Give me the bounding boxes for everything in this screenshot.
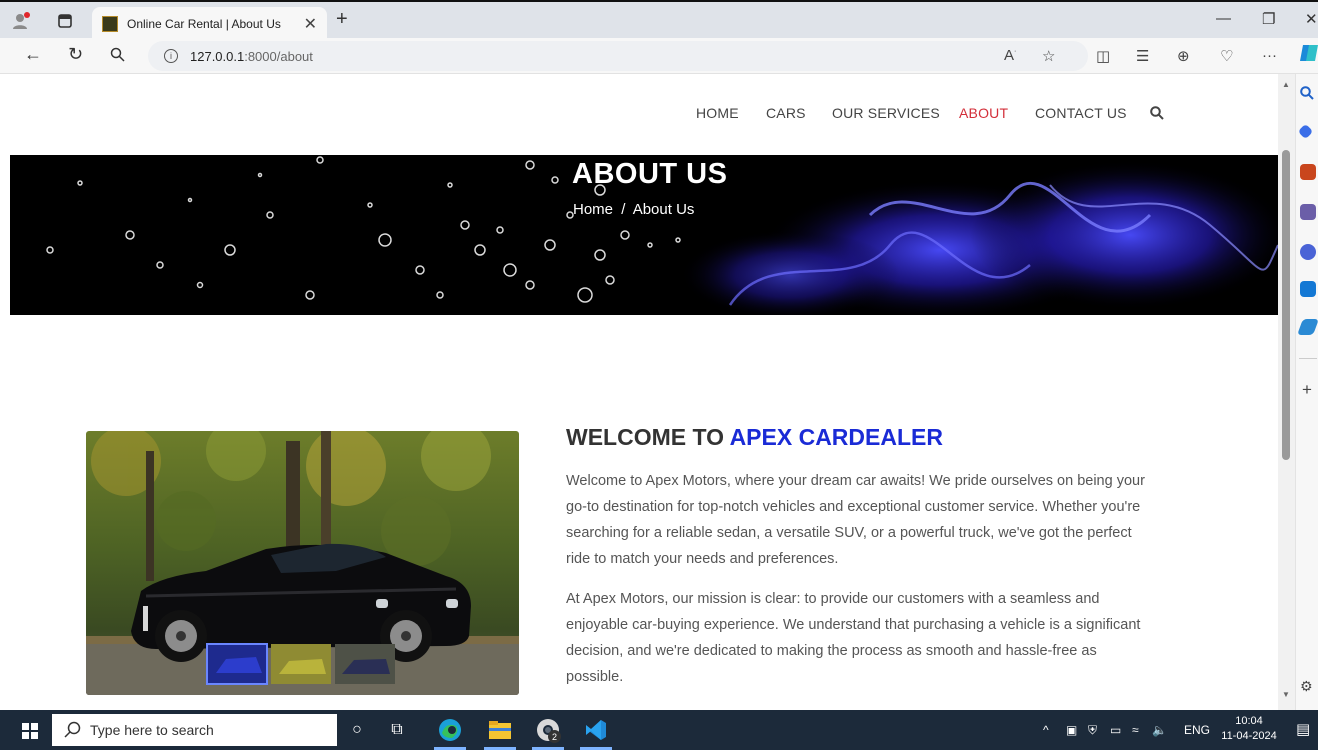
profile-icon[interactable] bbox=[8, 8, 34, 34]
url-host: 127.0.0.1 bbox=[190, 48, 245, 64]
sidebar-settings-icon[interactable]: ⚙ bbox=[1300, 678, 1313, 695]
mission-paragraph: At Apex Motors, our mission is clear: to… bbox=[566, 591, 1141, 685]
notifications-icon[interactable]: ▤ bbox=[1296, 720, 1310, 738]
more-menu-icon[interactable]: ··· bbox=[1262, 47, 1277, 64]
main-navigation: HOME CARS OUR SERVICES ABOUT CONTACT US bbox=[10, 105, 1278, 125]
favorites-list-icon[interactable]: ☰ bbox=[1136, 47, 1149, 65]
chrome-icon[interactable]: 2 bbox=[536, 718, 561, 743]
collections-icon[interactable]: ⊕ bbox=[1177, 47, 1190, 65]
address-bar-row: ← ↻ i 127.0.0.1:8000/about Aᐧ ☆ ◫ ☰ ⊕ ♡ … bbox=[0, 38, 1318, 74]
url-field[interactable]: i 127.0.0.1:8000/about bbox=[148, 41, 1088, 71]
sidebar-office-icon[interactable] bbox=[1300, 244, 1316, 260]
scroll-down-icon[interactable]: ▼ bbox=[1282, 690, 1290, 699]
windows-taskbar: Type here to search ○ ⧉ 2 ^ ▣ ⛨ ▭ ≈ 🔈 EN… bbox=[0, 710, 1318, 750]
page-title: ABOUT US bbox=[572, 158, 728, 190]
breadcrumb: Home / About Us bbox=[573, 201, 694, 218]
performance-icon[interactable]: ♡ bbox=[1220, 47, 1233, 65]
active-tab[interactable]: Online Car Rental | About Us ✕ bbox=[92, 7, 327, 40]
sidebar-tools-icon[interactable] bbox=[1300, 164, 1316, 180]
back-icon[interactable]: ← bbox=[24, 44, 42, 65]
page-banner: ABOUT US Home / About Us bbox=[10, 155, 1278, 315]
nav-our-services[interactable]: OUR SERVICES bbox=[832, 105, 940, 121]
edge-browser-icon[interactable] bbox=[438, 718, 462, 742]
battery-icon[interactable]: ▭ bbox=[1110, 723, 1121, 737]
close-window-icon[interactable]: ✕ bbox=[1305, 10, 1318, 28]
sidebar-add-icon[interactable]: + bbox=[1302, 380, 1312, 400]
brand-name: APEX CARDEALER bbox=[729, 424, 943, 450]
nav-home[interactable]: HOME bbox=[696, 105, 739, 121]
antivirus-icon[interactable]: ⛨ bbox=[1088, 723, 1097, 738]
sidebar-games-icon[interactable] bbox=[1300, 204, 1316, 220]
clock-date: 11-04-2024 bbox=[1221, 730, 1277, 742]
screen: Online Car Rental | About Us ✕ + — ❐ ✕ ←… bbox=[0, 0, 1318, 750]
sidebar-drop-icon[interactable] bbox=[1297, 319, 1318, 335]
windows-start-icon[interactable] bbox=[22, 723, 38, 739]
vscode-icon[interactable] bbox=[584, 718, 608, 742]
cortana-icon[interactable]: ○ bbox=[345, 718, 369, 742]
breadcrumb-home-link[interactable]: Home bbox=[573, 201, 613, 218]
nav-search-icon[interactable] bbox=[1150, 106, 1164, 120]
read-aloud-icon[interactable]: Aᐧ bbox=[1004, 47, 1016, 64]
workspaces-icon[interactable] bbox=[52, 8, 78, 34]
breadcrumb-separator: / bbox=[621, 201, 626, 218]
scroll-up-icon[interactable]: ▲ bbox=[1282, 80, 1290, 89]
breadcrumb-current: About Us bbox=[632, 201, 695, 218]
black-muscle-car-image bbox=[86, 431, 519, 695]
scrollbar-thumb[interactable] bbox=[1282, 150, 1290, 460]
nav-cars[interactable]: CARS bbox=[766, 105, 806, 121]
volume-icon[interactable]: 🔈 bbox=[1152, 723, 1167, 737]
sidebar-shopping-icon[interactable] bbox=[1297, 123, 1314, 140]
tab-title: Online Car Rental | About Us bbox=[127, 16, 281, 31]
system-clock[interactable]: 10:04 11-04-2024 bbox=[1220, 714, 1278, 744]
welcome-heading: WELCOME TO APEX CARDEALER bbox=[566, 424, 943, 451]
sidebar-search-icon[interactable] bbox=[1300, 86, 1316, 102]
file-explorer-icon[interactable] bbox=[488, 718, 512, 742]
web-page: HOME CARS OUR SERVICES ABOUT CONTACT US bbox=[10, 74, 1278, 710]
close-tab-icon[interactable]: ✕ bbox=[304, 14, 317, 34]
task-view-icon[interactable]: ⧉ bbox=[385, 718, 409, 742]
page-scrollbar[interactable]: ▲ ▼ bbox=[1278, 74, 1295, 710]
wifi-icon[interactable]: ≈ bbox=[1132, 723, 1139, 737]
chrome-window-count-badge: 2 bbox=[548, 730, 561, 743]
sidebar-outlook-icon[interactable] bbox=[1300, 281, 1316, 297]
url-path: :8000/about bbox=[244, 48, 313, 64]
restore-icon[interactable]: ❐ bbox=[1262, 10, 1275, 28]
nav-about[interactable]: ABOUT bbox=[959, 105, 1008, 121]
sidebar-divider bbox=[1299, 358, 1317, 359]
taskbar-search-box[interactable]: Type here to search bbox=[52, 714, 337, 746]
new-tab-icon[interactable]: + bbox=[336, 8, 348, 31]
nav-contact-us[interactable]: CONTACT US bbox=[1035, 105, 1127, 121]
clock-time: 10:04 bbox=[1235, 715, 1263, 727]
search-icon[interactable] bbox=[110, 46, 125, 67]
refresh-icon[interactable]: ↻ bbox=[68, 44, 83, 65]
language-indicator[interactable]: ENG bbox=[1184, 723, 1210, 737]
minimize-icon[interactable]: — bbox=[1216, 10, 1231, 27]
favorite-star-icon[interactable]: ☆ bbox=[1042, 47, 1055, 65]
taskbar-search-placeholder: Type here to search bbox=[90, 722, 214, 738]
taskbar-search-icon bbox=[64, 721, 82, 739]
meet-now-icon[interactable]: ▣ bbox=[1066, 723, 1077, 737]
browser-tab-bar: Online Car Rental | About Us ✕ + — ❐ ✕ bbox=[0, 0, 1318, 40]
welcome-prefix: WELCOME TO bbox=[566, 424, 730, 450]
site-info-icon[interactable]: i bbox=[164, 49, 178, 63]
show-hidden-icons-icon[interactable]: ^ bbox=[1043, 723, 1049, 737]
copilot-icon[interactable] bbox=[1300, 43, 1318, 67]
intro-paragraph: Welcome to Apex Motors, where your dream… bbox=[566, 473, 1145, 567]
split-screen-icon[interactable]: ◫ bbox=[1096, 47, 1110, 65]
site-favicon-icon bbox=[102, 15, 118, 32]
car-photo-carousel bbox=[86, 431, 519, 695]
edge-sidebar: + ⚙ bbox=[1295, 74, 1318, 710]
